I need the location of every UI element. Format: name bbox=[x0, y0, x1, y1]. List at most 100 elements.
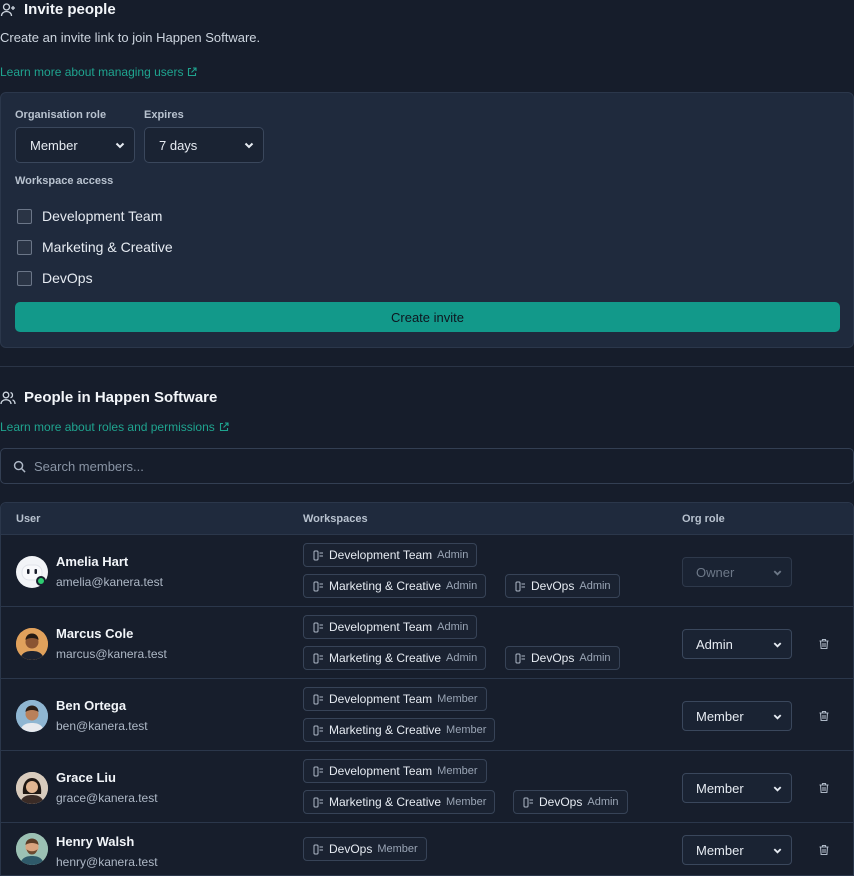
workspace-checkbox-label: Marketing & Creative bbox=[42, 239, 173, 255]
workspace-chip-name: Development Team bbox=[329, 548, 433, 562]
workspace-chip-role: Member bbox=[446, 796, 487, 808]
users-icon bbox=[0, 391, 16, 404]
workspace-chip: Marketing & Creative Member bbox=[303, 718, 496, 742]
workspace-chip: Development Team Admin bbox=[303, 543, 478, 567]
org-role-select: Owner bbox=[682, 557, 792, 587]
workspace-chip-role: Admin bbox=[587, 796, 619, 808]
invite-title-text: Invite people bbox=[24, 1, 116, 18]
workspace-chip-role: Member bbox=[377, 843, 418, 855]
workspace-chip-role: Member bbox=[437, 693, 478, 705]
table-row: Marcus Cole marcus@kanera.test Developme… bbox=[1, 607, 853, 679]
workspace-chip: Marketing & Creative Member bbox=[303, 790, 496, 814]
workspace-checkbox-development-team[interactable]: Development Team bbox=[17, 208, 162, 224]
member-name: Ben Ortega bbox=[56, 698, 127, 713]
workspace-chip-name: Development Team bbox=[329, 620, 433, 634]
workspace-chip-name: Marketing & Creative bbox=[329, 651, 442, 665]
external-link-icon bbox=[219, 422, 229, 432]
workspace-chip-role: Member bbox=[446, 724, 487, 736]
workspace-icon bbox=[313, 653, 323, 663]
avatar bbox=[16, 772, 48, 804]
learn-managing-users-link[interactable]: Learn more about managing users bbox=[0, 65, 198, 79]
org-role-label: Organisation role bbox=[15, 109, 107, 121]
search-members-input[interactable]: Search members... bbox=[0, 448, 854, 484]
workspace-checkbox-marketing-creative[interactable]: Marketing & Creative bbox=[17, 239, 173, 255]
trash-icon[interactable] bbox=[818, 844, 830, 856]
checkbox[interactable] bbox=[17, 239, 32, 255]
expires-label: Expires bbox=[144, 109, 184, 121]
workspace-chip: DevOps Admin bbox=[513, 790, 628, 814]
org-role-value: Member bbox=[696, 708, 744, 724]
workspace-icon bbox=[313, 550, 323, 560]
member-email: ben@kanera.test bbox=[56, 719, 148, 733]
org-role-select[interactable]: Member bbox=[15, 127, 135, 163]
workspace-icon bbox=[515, 581, 525, 591]
section-divider bbox=[0, 366, 854, 367]
member-name: Marcus Cole bbox=[56, 626, 134, 641]
workspace-chip-name: DevOps bbox=[531, 579, 575, 593]
workspace-icon bbox=[313, 581, 323, 591]
workspace-checkbox-label: DevOps bbox=[42, 270, 93, 286]
avatar-photo-icon bbox=[16, 833, 48, 865]
workspace-chip: Development Team Admin bbox=[303, 615, 478, 639]
workspace-chip: Development Team Member bbox=[303, 759, 487, 783]
workspace-chip: Marketing & Creative Admin bbox=[303, 574, 487, 598]
member-email: amelia@kanera.test bbox=[56, 575, 163, 589]
workspace-icon bbox=[313, 797, 323, 807]
org-role-value: Member bbox=[30, 137, 78, 153]
trash-icon[interactable] bbox=[818, 782, 830, 794]
member-name: Henry Walsh bbox=[56, 834, 135, 849]
member-email: grace@kanera.test bbox=[56, 791, 158, 805]
workspace-chip-name: Development Team bbox=[329, 764, 433, 778]
workspace-chip: DevOps Member bbox=[303, 837, 427, 861]
member-email: marcus@kanera.test bbox=[56, 647, 167, 661]
org-role-select[interactable]: Admin bbox=[682, 629, 792, 659]
workspace-chip: DevOps Admin bbox=[505, 574, 620, 598]
workspace-chip-name: DevOps bbox=[531, 651, 575, 665]
workspace-icon bbox=[313, 725, 323, 735]
avatar bbox=[16, 556, 48, 588]
member-name: Grace Liu bbox=[56, 770, 116, 785]
org-role-value: Admin bbox=[696, 636, 733, 652]
avatar-photo-icon bbox=[16, 628, 48, 660]
checkbox[interactable] bbox=[17, 208, 32, 224]
org-role-select[interactable]: Member bbox=[682, 701, 792, 731]
workspace-icon bbox=[313, 694, 323, 704]
expires-value: 7 days bbox=[159, 137, 198, 153]
search-icon bbox=[13, 460, 26, 473]
trash-icon[interactable] bbox=[818, 638, 830, 650]
expires-select[interactable]: 7 days bbox=[144, 127, 264, 163]
invite-card: Organisation role Member Expires 7 days … bbox=[0, 92, 854, 348]
workspace-chip-role: Admin bbox=[579, 580, 611, 592]
workspace-chip-name: DevOps bbox=[539, 795, 583, 809]
learn-roles-permissions-text[interactable]: Learn more about roles and permissions bbox=[0, 420, 215, 434]
people-title: People in Happen Software bbox=[0, 389, 217, 406]
org-role-select[interactable]: Member bbox=[682, 835, 792, 865]
workspace-chip-name: Marketing & Creative bbox=[329, 579, 442, 593]
learn-roles-permissions-link[interactable]: Learn more about roles and permissions bbox=[0, 420, 229, 434]
workspace-chip-name: Development Team bbox=[329, 692, 433, 706]
chevron-down-icon bbox=[773, 714, 782, 720]
avatar bbox=[16, 628, 48, 660]
org-role-select[interactable]: Member bbox=[682, 773, 792, 803]
workspace-checkbox-devops[interactable]: DevOps bbox=[17, 270, 93, 286]
workspace-chip-name: Marketing & Creative bbox=[329, 723, 442, 737]
members-table: User Workspaces Org role Amelia Hart ame… bbox=[0, 502, 854, 876]
people-title-text: People in Happen Software bbox=[24, 389, 218, 406]
workspace-access-label: Workspace access bbox=[15, 175, 114, 187]
checkbox[interactable] bbox=[17, 270, 32, 286]
avatar-photo-icon bbox=[16, 700, 48, 732]
chevron-down-icon bbox=[773, 642, 782, 648]
column-workspaces: Workspaces bbox=[303, 513, 368, 525]
chevron-down-icon bbox=[773, 786, 782, 792]
learn-managing-users-text[interactable]: Learn more about managing users bbox=[0, 65, 183, 79]
external-link-icon bbox=[188, 67, 198, 77]
member-email: henry@kanera.test bbox=[56, 855, 158, 869]
user-plus-icon bbox=[0, 2, 15, 16]
chevron-down-icon bbox=[773, 570, 782, 576]
create-invite-button[interactable]: Create invite bbox=[15, 302, 840, 332]
avatar bbox=[16, 700, 48, 732]
chevron-down-icon bbox=[244, 142, 254, 149]
invite-description: Create an invite link to join Happen Sof… bbox=[0, 30, 261, 45]
member-name: Amelia Hart bbox=[56, 554, 129, 569]
trash-icon[interactable] bbox=[818, 710, 830, 722]
